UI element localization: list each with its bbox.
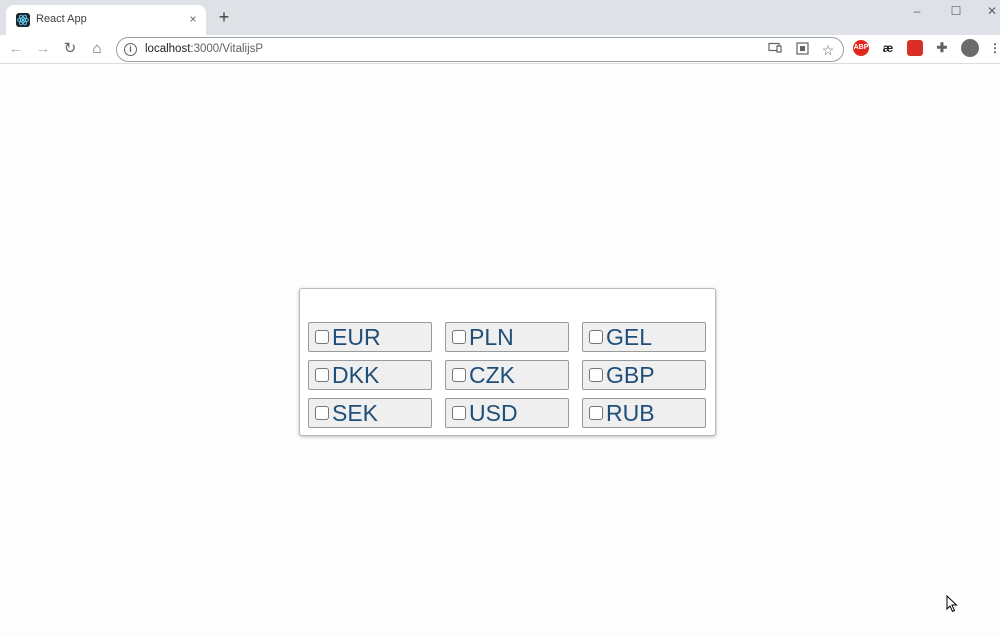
- home-icon[interactable]: ⌂: [88, 40, 106, 58]
- currency-option-gbp[interactable]: GBP: [582, 360, 706, 390]
- maximize-icon[interactable]: ☐: [947, 2, 965, 20]
- currency-checkbox[interactable]: [452, 406, 466, 420]
- tab-close-icon[interactable]: ×: [186, 12, 200, 26]
- currency-checkbox[interactable]: [452, 368, 466, 382]
- url-path: :3000/VitalijsP: [190, 43, 264, 55]
- react-favicon-icon: [16, 13, 30, 27]
- page-content: EUR PLN GEL DKK CZK GBP SEK USD RUB: [0, 65, 1000, 636]
- back-arrow-icon[interactable]: ←: [7, 40, 25, 58]
- currency-checkbox[interactable]: [589, 330, 603, 344]
- profile-avatar-icon[interactable]: [961, 39, 979, 57]
- currency-label: RUB: [606, 400, 655, 426]
- forward-arrow-icon[interactable]: →: [34, 40, 52, 58]
- currency-checkbox[interactable]: [452, 330, 466, 344]
- url-text: localhost:3000/VitalijsP: [145, 43, 263, 55]
- menu-dots-icon[interactable]: ⋮: [989, 40, 1000, 56]
- currency-option-eur[interactable]: EUR: [308, 322, 432, 352]
- cast-icon[interactable]: [767, 42, 783, 58]
- currency-label: GBP: [606, 362, 655, 388]
- currency-checkbox[interactable]: [589, 406, 603, 420]
- currency-label: DKK: [332, 362, 380, 388]
- currency-label: EUR: [332, 324, 381, 350]
- new-tab-button[interactable]: +: [216, 8, 232, 26]
- currency-picker-panel: EUR PLN GEL DKK CZK GBP SEK USD RUB: [299, 288, 716, 436]
- currency-checkbox[interactable]: [315, 368, 329, 382]
- ae-extension-icon[interactable]: æ: [880, 40, 896, 56]
- currency-option-sek[interactable]: SEK: [308, 398, 432, 428]
- adblock-extension-icon[interactable]: ABP: [853, 40, 869, 56]
- currency-option-pln[interactable]: PLN: [445, 322, 569, 352]
- tab-strip: React App × + – ☐ ✕: [0, 0, 1000, 35]
- currency-checkbox[interactable]: [315, 330, 329, 344]
- browser-tab[interactable]: React App ×: [6, 5, 206, 35]
- currency-checkbox[interactable]: [315, 406, 329, 420]
- currency-option-usd[interactable]: USD: [445, 398, 569, 428]
- reload-icon[interactable]: ↻: [61, 40, 79, 58]
- browser-toolbar: ← → ↻ ⌂ i localhost:3000/VitalijsP ☆ ABP…: [0, 35, 1000, 64]
- currency-label: PLN: [469, 324, 514, 350]
- minimize-icon[interactable]: –: [908, 2, 926, 20]
- info-icon[interactable]: i: [124, 43, 137, 56]
- red-extension-icon[interactable]: [907, 40, 923, 56]
- tab-title: React App: [36, 13, 87, 25]
- url-host: localhost: [145, 43, 191, 55]
- currency-label: USD: [469, 400, 518, 426]
- extensions-puzzle-icon[interactable]: ✚: [934, 40, 950, 56]
- qr-code-icon[interactable]: [794, 42, 810, 58]
- mouse-cursor-icon: [946, 595, 958, 613]
- currency-label: SEK: [332, 400, 379, 426]
- currency-option-gel[interactable]: GEL: [582, 322, 706, 352]
- currency-checkbox[interactable]: [589, 368, 603, 382]
- currency-label: GEL: [606, 324, 653, 350]
- address-bar[interactable]: i localhost:3000/VitalijsP ☆: [116, 37, 844, 62]
- bookmark-star-icon[interactable]: ☆: [820, 42, 836, 58]
- window-close-icon[interactable]: ✕: [983, 2, 1000, 20]
- currency-label: CZK: [469, 362, 515, 388]
- currency-option-dkk[interactable]: DKK: [308, 360, 432, 390]
- currency-option-czk[interactable]: CZK: [445, 360, 569, 390]
- currency-option-rub[interactable]: RUB: [582, 398, 706, 428]
